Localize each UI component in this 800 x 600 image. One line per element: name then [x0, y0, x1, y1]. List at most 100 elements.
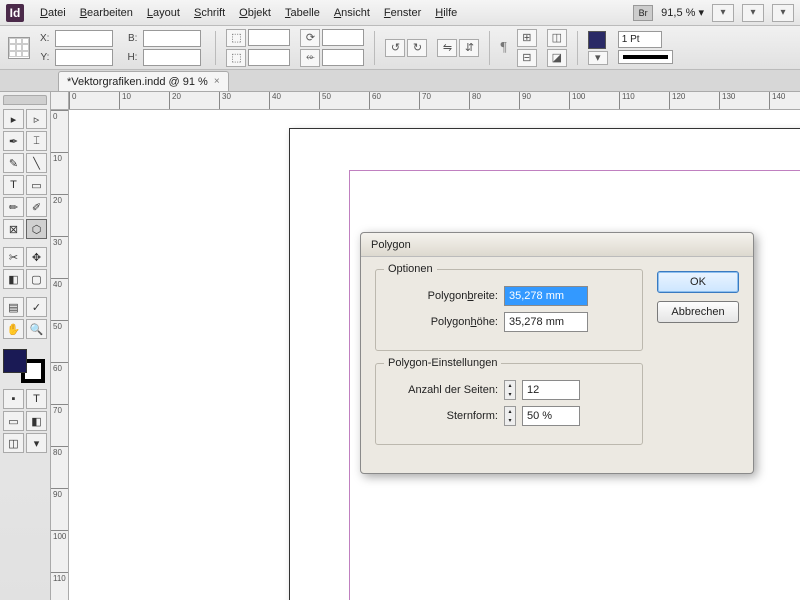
y-field[interactable]: [55, 49, 113, 66]
h-label: H:: [127, 52, 139, 63]
dialog-title-text: Polygon: [371, 239, 411, 251]
stroke-weight-field[interactable]: 1 Pt: [618, 31, 662, 48]
options-legend: Optionen: [384, 263, 437, 275]
menu-file[interactable]: DDateiatei: [34, 4, 72, 22]
sides-label: Anzahl der Seiten:: [388, 384, 498, 396]
button-tool[interactable]: ▢: [26, 269, 47, 289]
tab-close-icon[interactable]: ×: [214, 76, 220, 87]
brush-tool[interactable]: ✐: [26, 197, 47, 217]
toolbox: ▸ ▹ ✒ ⌶ ✎ ╲ T ▭ ✏ ✐ ⊠ ⬡ ✂ ✥ ◧ ▢: [0, 92, 51, 600]
screen-mode-icon-2[interactable]: ▾: [26, 433, 47, 453]
menu-type[interactable]: Schrift: [188, 4, 231, 22]
frame-tool[interactable]: ▭: [26, 175, 47, 195]
star-input[interactable]: 50 %: [522, 406, 580, 426]
menu-window[interactable]: Fenster: [378, 4, 427, 22]
apply-text-icon[interactable]: T: [26, 389, 47, 409]
fill-swatch[interactable]: [588, 31, 606, 49]
screen-mode-icon[interactable]: ◫: [3, 433, 24, 453]
polygon-width-label: Polygonbreite:: [388, 290, 498, 302]
stroke-style-dropdown[interactable]: [618, 50, 673, 64]
reference-point-grid[interactable]: [8, 37, 30, 59]
menu-edit[interactable]: Bearbeiten: [74, 4, 139, 22]
hand-tool[interactable]: ✋: [3, 319, 24, 339]
pencil-tool-2[interactable]: ✏: [3, 197, 24, 217]
selection-tool[interactable]: ▸: [3, 109, 24, 129]
star-spinner[interactable]: ▴▾: [504, 406, 516, 426]
polygon-width-input[interactable]: 35,278 mm: [504, 286, 588, 306]
note-tool[interactable]: ▤: [3, 297, 24, 317]
settings-legend: Polygon-Einstellungen: [384, 357, 501, 369]
wrap-icon-1[interactable]: ◫: [547, 29, 567, 47]
menu-table[interactable]: Tabelle: [279, 4, 326, 22]
free-transform-tool[interactable]: ✥: [26, 247, 47, 267]
menu-view[interactable]: Ansicht: [328, 4, 376, 22]
gradient-tool[interactable]: ◧: [3, 269, 24, 289]
scale-x-field[interactable]: [248, 29, 290, 46]
flip-v-icon[interactable]: ⇵: [459, 39, 479, 57]
align-icon-2[interactable]: ⊟: [517, 49, 537, 67]
tab-title: *Vektorgrafiken.indd @ 91 %: [67, 76, 208, 88]
w-field[interactable]: [143, 30, 201, 47]
scale-y-field[interactable]: [248, 49, 290, 66]
screen-mode-dropdown[interactable]: ▾: [742, 4, 764, 22]
dialog-titlebar[interactable]: Polygon: [361, 233, 753, 257]
apply-color-icon[interactable]: ▪: [3, 389, 24, 409]
scale-y-icon[interactable]: ⬚: [226, 49, 246, 67]
rectangle-frame-tool[interactable]: ⊠: [3, 219, 24, 239]
zoom-level[interactable]: 91,5 % ▾: [661, 6, 704, 19]
y-label: Y:: [40, 52, 51, 63]
bridge-button[interactable]: Br: [633, 5, 653, 21]
document-tab[interactable]: *Vektorgrafiken.indd @ 91 % ×: [58, 71, 229, 91]
menu-object[interactable]: Objekt: [233, 4, 277, 22]
horizontal-ruler[interactable]: 0102030405060708090100110120130140: [69, 92, 800, 110]
polygon-height-input[interactable]: 35,278 mm: [504, 312, 588, 332]
w-label: B:: [127, 33, 139, 44]
flip-h-icon[interactable]: ⇋: [437, 39, 457, 57]
zoom-tool[interactable]: 🔍: [26, 319, 47, 339]
vertical-ruler[interactable]: 0102030405060708090100110120: [51, 110, 69, 600]
polygon-dialog: Polygon Optionen Polygonbreite: 35,278 m…: [360, 232, 754, 474]
pen-tool[interactable]: ✒: [3, 131, 24, 151]
normal-view-icon[interactable]: ▭: [3, 411, 24, 431]
direct-selection-tool[interactable]: ▹: [26, 109, 47, 129]
menu-help[interactable]: Hilfe: [429, 4, 463, 22]
menubar: Id DDateiatei Bearbeiten Layout Schrift …: [0, 0, 800, 26]
scale-x-icon[interactable]: ⬚: [226, 29, 246, 47]
ruler-origin[interactable]: [51, 92, 69, 110]
menu-layout[interactable]: Layout: [141, 4, 186, 22]
rotate-field[interactable]: [322, 29, 364, 46]
line-tool[interactable]: ╲: [26, 153, 47, 173]
rotate-ccw-icon[interactable]: ↺: [385, 39, 405, 57]
x-field[interactable]: [55, 30, 113, 47]
align-icon-1[interactable]: ⊞: [517, 29, 537, 47]
rotate-cw-icon[interactable]: ↻: [407, 39, 427, 57]
ok-button[interactable]: OK: [657, 271, 739, 293]
x-label: X:: [40, 33, 51, 44]
shear-field[interactable]: [322, 49, 364, 66]
sides-spinner[interactable]: ▴▾: [504, 380, 516, 400]
pencil-tool[interactable]: ✎: [3, 153, 24, 173]
type-tool[interactable]: ⌶: [26, 131, 47, 151]
sides-input[interactable]: 12: [522, 380, 580, 400]
settings-fieldset: Polygon-Einstellungen Anzahl der Seiten:…: [375, 363, 643, 445]
fill-dropdown-icon[interactable]: ▾: [588, 51, 608, 65]
view-mode-dropdown[interactable]: ▾: [712, 4, 734, 22]
eyedropper-tool[interactable]: ✓: [26, 297, 47, 317]
arrange-dropdown[interactable]: ▾: [772, 4, 794, 22]
toolbox-handle[interactable]: [3, 95, 47, 105]
cancel-button[interactable]: Abbrechen: [657, 301, 739, 323]
polygon-tool[interactable]: ⬡: [26, 219, 47, 239]
app-icon: Id: [6, 4, 24, 22]
type-on-path-tool[interactable]: T: [3, 175, 24, 195]
scissors-tool[interactable]: ✂: [3, 247, 24, 267]
paragraph-style-icon[interactable]: ¶: [500, 40, 506, 56]
h-field[interactable]: [143, 49, 201, 66]
preview-view-icon[interactable]: ◧: [26, 411, 47, 431]
fill-stroke-control[interactable]: [3, 349, 45, 383]
star-label: Sternform:: [388, 410, 498, 422]
control-bar: X: Y: B: H: ⬚ ⬚ ⟳ ⬰ ↺: [0, 26, 800, 70]
rotate-icon[interactable]: ⟳: [300, 29, 320, 47]
wrap-icon-2[interactable]: ◪: [547, 49, 567, 67]
shear-icon[interactable]: ⬰: [300, 49, 320, 67]
document-tabbar: *Vektorgrafiken.indd @ 91 % ×: [0, 70, 800, 92]
